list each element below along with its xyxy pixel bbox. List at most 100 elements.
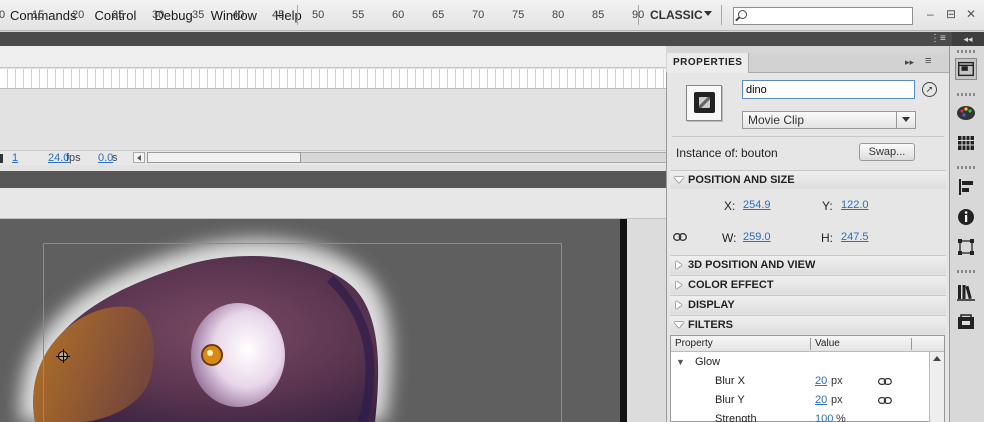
table-row[interactable]: Strength 100 %: [671, 410, 929, 422]
movie-clip-symbol-icon: [686, 85, 722, 121]
ruler-tick: 40: [232, 9, 245, 21]
ruler-tick: 75: [512, 9, 525, 21]
panel-menu-icon[interactable]: ⋮≡: [930, 32, 946, 46]
instance-name-input[interactable]: [742, 80, 915, 99]
collapse-panel-icon[interactable]: ▸▸: [905, 57, 914, 68]
w-value[interactable]: 259.0: [743, 231, 771, 243]
tab-properties[interactable]: PROPERTIES: [667, 53, 750, 73]
collapsed-triangle-icon: [676, 261, 682, 269]
x-value[interactable]: 254.9: [743, 199, 771, 211]
minimize-icon[interactable]: –: [927, 7, 934, 21]
transform-icon[interactable]: [955, 236, 977, 258]
column-divider: [810, 338, 811, 350]
search-divider: [721, 5, 722, 25]
ruler-tick: 65: [432, 9, 445, 21]
divider: [672, 136, 944, 137]
section-label: DISPLAY: [688, 299, 735, 311]
swatches-grid-icon[interactable]: [955, 132, 977, 154]
swap-button[interactable]: Swap...: [859, 143, 915, 161]
dock-grip[interactable]: [957, 93, 977, 96]
stage-edge: [620, 219, 627, 422]
section-display[interactable]: DISPLAY: [670, 295, 946, 314]
link-values-icon[interactable]: [878, 397, 892, 404]
collapsed-triangle-icon: [676, 301, 682, 309]
color-palette-icon[interactable]: [955, 102, 977, 124]
ruler-tick: 55: [352, 9, 365, 21]
link-values-icon[interactable]: [878, 378, 892, 385]
section-position-size[interactable]: POSITION AND SIZE: [670, 170, 946, 189]
filter-value[interactable]: 20: [815, 391, 827, 410]
scroll-left-button[interactable]: [133, 152, 145, 163]
panel-divider[interactable]: [0, 171, 666, 188]
expanded-triangle-icon: [674, 322, 684, 328]
dock-grip[interactable]: [957, 166, 977, 169]
filter-unit: %: [836, 413, 846, 422]
chevron-down-icon[interactable]: [896, 111, 916, 129]
ruler-tick: 70: [472, 9, 485, 21]
library-icon[interactable]: [955, 281, 977, 303]
dock-grip[interactable]: [957, 270, 977, 273]
dock-grip[interactable]: [957, 50, 977, 53]
chevron-down-icon[interactable]: [704, 11, 712, 16]
timeline-scroll-thumb[interactable]: [147, 152, 301, 163]
filter-value[interactable]: 20: [815, 372, 827, 391]
filter-property: Blur Y: [715, 394, 745, 406]
info-icon[interactable]: [955, 206, 977, 228]
dock-collapse-icon[interactable]: ◂◂: [952, 32, 984, 46]
filter-property: Blur X: [715, 375, 745, 387]
table-row[interactable]: Blur X 20 px: [671, 372, 929, 391]
column-header-value[interactable]: Value: [815, 336, 840, 351]
filters-scrollbar[interactable]: [929, 352, 944, 422]
collapse-triangle-icon[interactable]: ▼: [676, 353, 685, 372]
help-search[interactable]: [733, 7, 913, 25]
properties-panel-icon[interactable]: [955, 58, 977, 80]
fps-unit: fps: [66, 152, 81, 164]
search-input[interactable]: [752, 9, 910, 23]
restore-icon[interactable]: ⊟: [946, 7, 956, 21]
expanded-triangle-icon: [674, 177, 684, 183]
section-color-effect[interactable]: COLOR EFFECT: [670, 275, 946, 294]
menu-divider: [297, 5, 298, 25]
filters-table-header: Property Value: [671, 336, 944, 352]
table-row[interactable]: ▼ Glow: [671, 353, 929, 372]
section-3d-position[interactable]: 3D POSITION AND VIEW: [670, 255, 946, 274]
collapsed-triangle-icon: [676, 281, 682, 289]
edit-bar: [0, 188, 666, 219]
filter-value[interactable]: 100: [815, 410, 833, 422]
h-label: H:: [821, 231, 833, 245]
current-frame[interactable]: 1: [12, 151, 18, 165]
w-label: W:: [722, 231, 737, 245]
ruler-tick: 20: [72, 9, 85, 21]
panel-options-icon[interactable]: ≡: [925, 55, 931, 67]
edit-symbol-icon[interactable]: ➚: [922, 82, 937, 97]
column-header-property[interactable]: Property: [675, 336, 713, 351]
column-divider: [911, 338, 912, 350]
section-label: FILTERS: [688, 319, 734, 331]
ruler-tick: 50: [312, 9, 325, 21]
ruler-tick: 30: [152, 9, 165, 21]
section-label: POSITION AND SIZE: [688, 174, 795, 186]
x-label: X:: [724, 199, 736, 213]
panel-header-strip: [0, 32, 952, 46]
h-value[interactable]: 247.5: [841, 231, 869, 243]
ruler-tick: 15: [32, 9, 45, 21]
section-filters[interactable]: FILTERS: [670, 315, 946, 334]
symbol-type-select[interactable]: Movie Clip: [742, 111, 916, 129]
selection-bounding-box[interactable]: [43, 243, 562, 422]
ruler-tick: 45: [272, 9, 285, 21]
time-value[interactable]: 0.0: [98, 151, 113, 165]
timeline-frames[interactable]: [0, 69, 666, 89]
y-value[interactable]: 122.0: [841, 199, 869, 211]
table-row[interactable]: Blur Y 20 px: [671, 391, 929, 410]
ruler-tick: 80: [552, 9, 565, 21]
close-icon[interactable]: ✕: [966, 7, 976, 21]
filter-name: Glow: [695, 356, 721, 368]
lock-proportions-icon[interactable]: [673, 233, 687, 241]
align-icon[interactable]: [955, 176, 977, 198]
components-icon[interactable]: [955, 311, 977, 333]
registration-point-icon[interactable]: [56, 349, 70, 363]
y-label: Y:: [822, 199, 833, 213]
workspace-switcher[interactable]: CLASSIC: [650, 0, 703, 31]
section-label: COLOR EFFECT: [688, 279, 774, 291]
timeline-ruler[interactable]: [0, 46, 666, 68]
